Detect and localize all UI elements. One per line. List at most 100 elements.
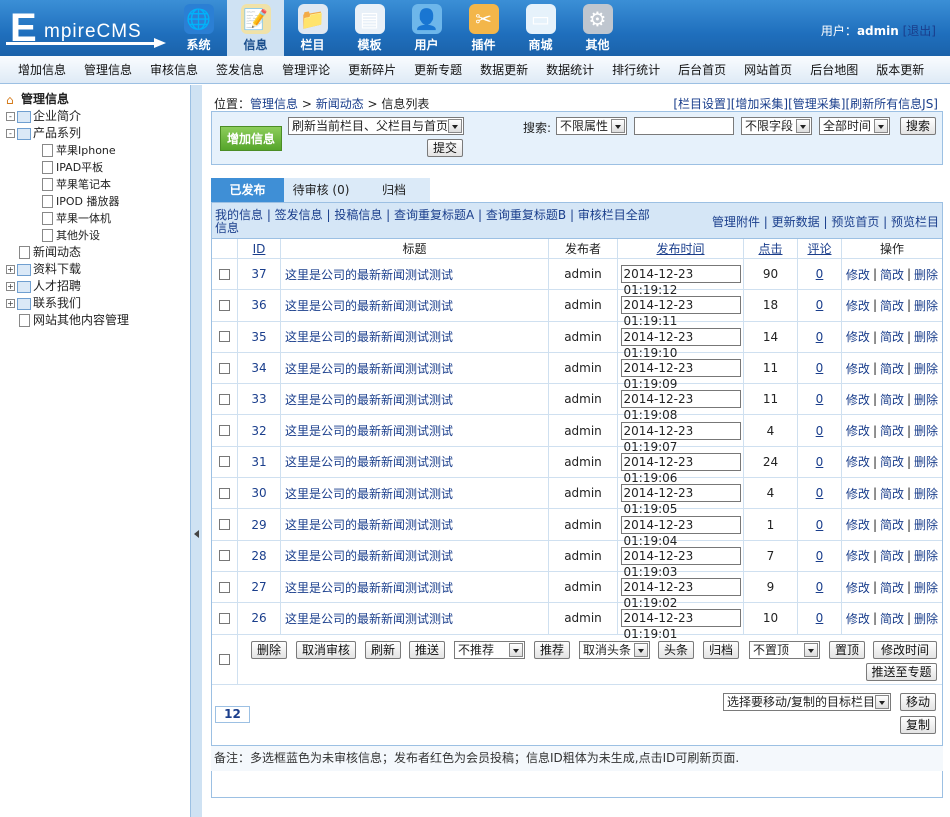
simple-edit-link[interactable]: 简改 (880, 422, 904, 439)
row-checkbox[interactable] (219, 519, 230, 531)
delete-link[interactable]: 删除 (914, 266, 938, 283)
tree-item-9[interactable]: + 资料下载 (6, 261, 190, 278)
menu-item-7[interactable]: 数据更新 (471, 56, 537, 83)
edit-link[interactable]: 修改 (846, 360, 870, 377)
collapse-icon[interactable]: - (6, 112, 15, 121)
row-id-link[interactable]: 33 (251, 392, 266, 406)
simple-edit-link[interactable]: 简改 (880, 453, 904, 470)
row-title[interactable]: 这里是公司的最新新闻测试测试 (281, 352, 549, 384)
simple-edit-link[interactable]: 简改 (880, 266, 904, 283)
refresh-select[interactable]: 刷新当前栏目、父栏目与首页 (288, 117, 464, 135)
row-id[interactable]: 29 (238, 509, 281, 540)
simple-edit-link[interactable]: 简改 (880, 360, 904, 377)
row-comments-link[interactable]: 0 (816, 486, 824, 500)
simple-edit-link[interactable]: 简改 (880, 516, 904, 533)
top-select[interactable]: 不置顶 (749, 640, 820, 659)
row-id-link[interactable]: 29 (251, 518, 266, 532)
row-title[interactable]: 这里是公司的最新新闻测试测试 (281, 290, 549, 321)
menu-item-4[interactable]: 管理评论 (273, 56, 339, 83)
delete-link[interactable]: 删除 (914, 453, 938, 470)
simple-edit-link[interactable]: 简改 (880, 547, 904, 564)
edit-link[interactable]: 修改 (846, 297, 870, 314)
menu-item-3[interactable]: 签发信息 (207, 56, 273, 83)
row-title[interactable]: 这里是公司的最新新闻测试测试 (281, 384, 549, 415)
topnav-3[interactable]: ▤ 模板 (341, 0, 398, 56)
page-number[interactable]: 12 (215, 705, 250, 723)
search-input[interactable] (634, 117, 734, 135)
edit-link[interactable]: 修改 (846, 328, 870, 345)
collapse-icon[interactable]: - (6, 129, 15, 138)
tree-item-7[interactable]: 其他外设 (6, 227, 190, 244)
top-link-2[interactable]: [管理采集] (788, 97, 845, 111)
row-id-link[interactable]: 26 (251, 611, 266, 625)
row-id[interactable]: 31 (238, 446, 281, 478)
row-comments-link[interactable]: 0 (816, 549, 824, 563)
top-button[interactable]: 置顶 (829, 640, 865, 659)
search-button[interactable]: 搜索 (900, 117, 936, 135)
row-title-link[interactable]: 这里是公司的最新新闻测试测试 (285, 422, 453, 439)
row-checkbox[interactable] (219, 425, 230, 437)
row-time-field[interactable]: 2014-12-23 01:19:05 (620, 484, 741, 516)
breadcrumb-manage-info[interactable]: 管理信息 (250, 97, 298, 111)
target-category-select[interactable]: 选择要移动/复制的目标栏目 (723, 692, 891, 711)
row-title[interactable]: 这里是公司的最新新闻测试测试 (281, 446, 549, 478)
row-time-field[interactable]: 2014-12-23 01:19:11 (620, 296, 741, 328)
headline-select[interactable]: 取消头条 (579, 640, 650, 659)
row-id-link[interactable]: 28 (251, 549, 266, 563)
collapse-arrow-icon[interactable] (194, 530, 199, 538)
submit-button[interactable]: 提交 (427, 139, 463, 157)
row-checkbox[interactable] (219, 331, 230, 343)
delete-link[interactable]: 删除 (914, 579, 938, 596)
recommend-select[interactable]: 不推荐 (454, 640, 525, 659)
logout-link[interactable]: [退出] (903, 24, 936, 38)
delete-link[interactable]: 删除 (914, 391, 938, 408)
row-checkbox[interactable] (219, 550, 230, 562)
row-time-field[interactable]: 2014-12-23 01:19:01 (620, 609, 741, 641)
simple-edit-link[interactable]: 简改 (880, 485, 904, 502)
row-time-field[interactable]: 2014-12-23 01:19:04 (620, 515, 741, 548)
delete-link[interactable]: 删除 (914, 547, 938, 564)
modtime-button[interactable]: 修改时间 (873, 640, 937, 659)
delete-button[interactable]: 删除 (251, 640, 287, 659)
row-title[interactable]: 这里是公司的最新新闻测试测试 (281, 321, 549, 352)
row-title-link[interactable]: 这里是公司的最新新闻测试测试 (285, 266, 453, 283)
row-id-link[interactable]: 31 (251, 455, 266, 469)
row-title-link[interactable]: 这里是公司的最新新闻测试测试 (285, 297, 453, 314)
copy-button[interactable]: 复制 (900, 715, 936, 734)
topnav-1[interactable]: 📝 信息 (227, 0, 284, 56)
row-title-link[interactable]: 这里是公司的最新新闻测试测试 (285, 579, 453, 596)
select-all-checkbox[interactable] (219, 654, 230, 666)
menu-item-1[interactable]: 管理信息 (75, 56, 141, 83)
delete-link[interactable]: 删除 (914, 422, 938, 439)
edit-link[interactable]: 修改 (846, 547, 870, 564)
tab-0[interactable]: 已发布 (12) (211, 178, 284, 221)
topnav-0[interactable]: 🌐 系统 (170, 0, 227, 56)
menu-item-6[interactable]: 更新专题 (405, 56, 471, 83)
row-comments[interactable]: 0 (798, 571, 842, 603)
row-title[interactable]: 这里是公司的最新新闻测试测试 (281, 571, 549, 603)
row-id[interactable]: 32 (238, 415, 281, 446)
sub-links-right[interactable]: 管理附件 | 更新数据 | 预览首页 | 预览栏目 (712, 213, 939, 230)
edit-link[interactable]: 修改 (846, 485, 870, 502)
row-comments[interactable]: 0 (798, 290, 842, 321)
tree-item-5[interactable]: IPOD 播放器 (6, 193, 190, 210)
row-time-field[interactable]: 2014-12-23 01:19:08 (620, 390, 741, 422)
push-button[interactable]: 推送 (409, 640, 445, 659)
row-time-field[interactable]: 2014-12-23 01:19:07 (620, 421, 741, 454)
menu-item-12[interactable]: 后台地图 (801, 56, 867, 83)
row-time-field[interactable]: 2014-12-23 01:19:03 (620, 546, 741, 579)
topnav-2[interactable]: 📁 栏目 (284, 0, 341, 56)
row-id-link[interactable]: 27 (251, 580, 266, 594)
header-comments[interactable]: 评论 (798, 239, 842, 258)
row-id-link[interactable]: 34 (251, 361, 266, 375)
expand-icon[interactable]: + (6, 282, 15, 291)
menu-item-9[interactable]: 排行统计 (603, 56, 669, 83)
row-comments[interactable]: 0 (798, 321, 842, 352)
top-link-3[interactable]: [刷新所有信息JS] (845, 97, 938, 111)
row-comments-link[interactable]: 0 (816, 298, 824, 312)
delete-link[interactable]: 删除 (914, 516, 938, 533)
row-comments[interactable]: 0 (798, 603, 842, 634)
row-id-link[interactable]: 32 (251, 424, 266, 438)
menu-item-2[interactable]: 审核信息 (141, 56, 207, 83)
row-comments-link[interactable]: 0 (816, 611, 824, 625)
